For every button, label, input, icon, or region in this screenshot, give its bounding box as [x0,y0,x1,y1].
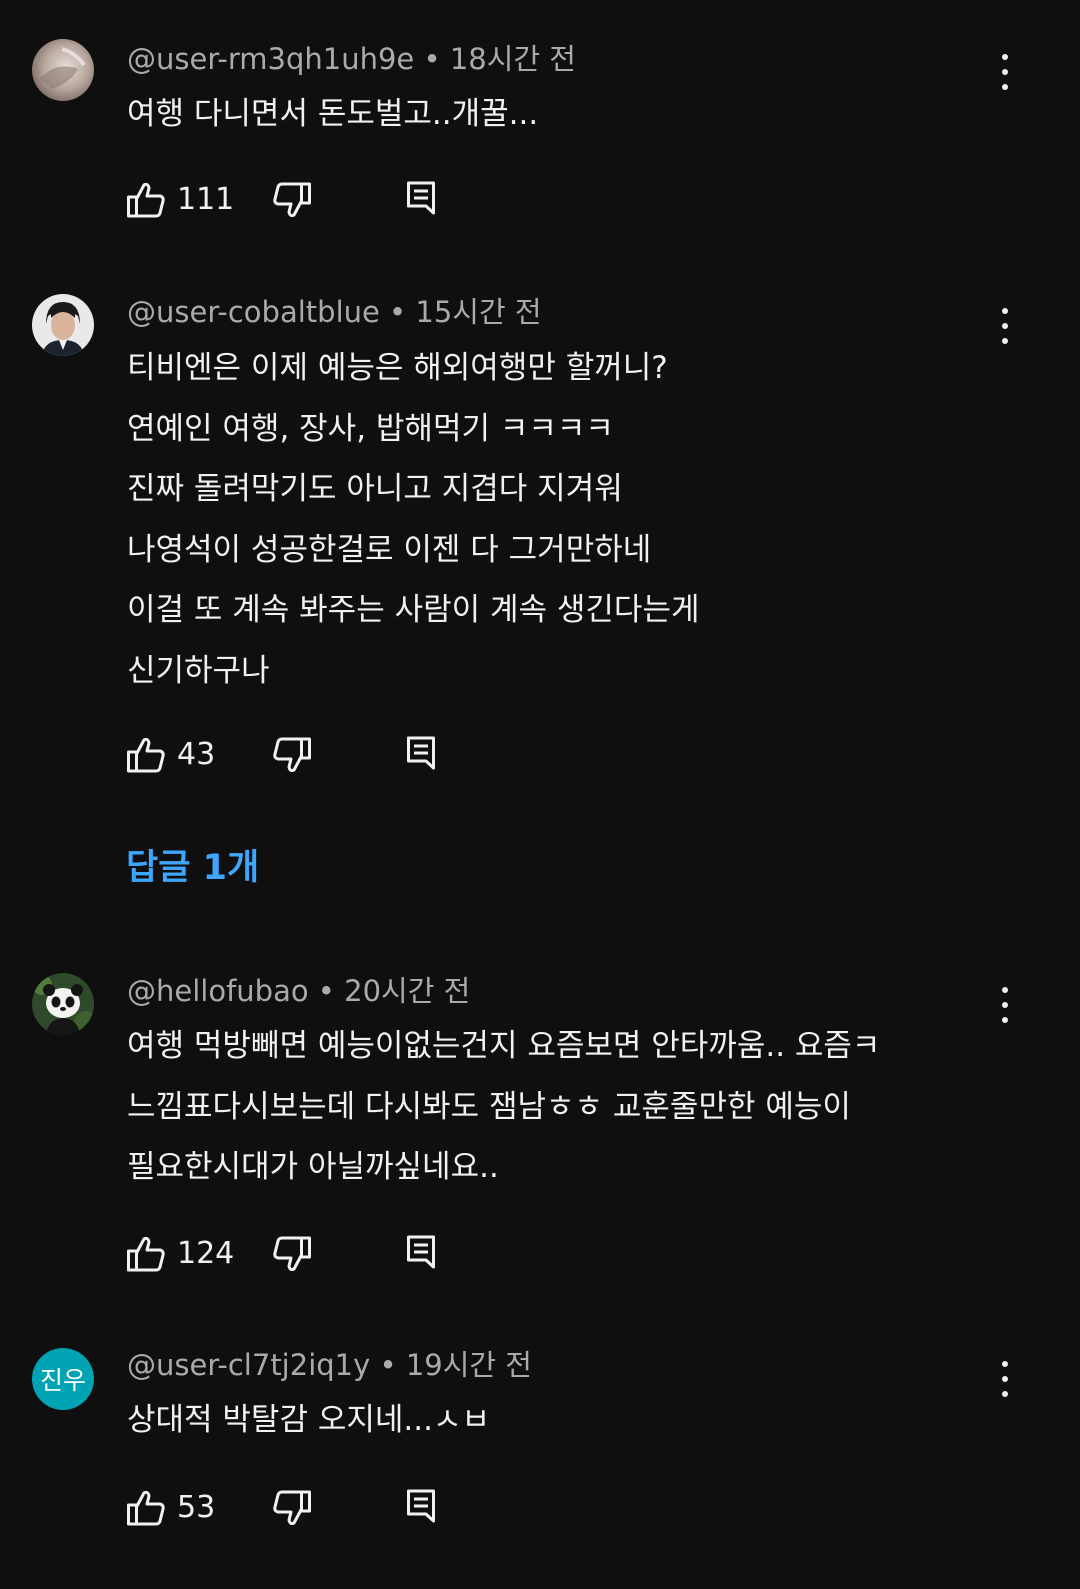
view-replies-link[interactable]: 답글 1개 [126,846,259,890]
comment-actions: 53 [126,1488,456,1532]
comment-text: 여행 다니면서 돈도벌고..개꿀... [127,84,1007,145]
more-vert-icon[interactable] [990,1357,1020,1401]
thumb-down-icon [273,1490,311,1526]
reply-button[interactable] [406,180,436,216]
comment-line: 느낌표다시보는데 다시봐도 잼남ㅎㅎ 교훈줄만한 예능이 [127,1088,851,1125]
meta-separator: • [370,1348,406,1382]
thumb-up-icon [127,1236,165,1272]
dislike-button[interactable] [272,735,312,775]
comment-line: 여행 먹방빼면 예능이없는건지 요즘보면 안타까움.. 요즘ㅋ [127,1028,881,1064]
avatar[interactable]: 진우 [32,1348,94,1410]
comment-meta: @user-cobaltblue • 15시간 전 [127,294,542,330]
comment-text: 티비엔은 이제 예능은 해외여행만 할꺼니? 연예인 여행, 장사, 밥해먹기 … [127,338,1007,701]
comment-actions: 124 [126,1234,456,1278]
more-vert-icon[interactable] [990,304,1020,348]
like-button[interactable] [126,735,166,775]
author-handle[interactable]: @user-cobaltblue [127,295,380,329]
comment-time: 18시간 전 [449,42,576,76]
comment-line: 상대적 박탈감 오지네...ㅅㅂ [127,1402,490,1438]
author-handle[interactable]: @user-rm3qh1uh9e [127,42,414,76]
comment-actions: 43 [126,735,456,779]
avatar[interactable] [32,294,94,356]
comment-line: 필요한시대가 아닐까싶네요.. [127,1149,499,1185]
avatar[interactable] [32,973,94,1035]
comment-text: 상대적 박탈감 오지네...ㅅㅂ [127,1390,1007,1451]
thumb-down-icon [273,182,311,218]
comment-line: 연예인 여행, 장사, 밥해먹기 ㅋㅋㅋㅋ [127,410,614,447]
comment-reply-icon [407,1489,435,1523]
author-handle[interactable]: @user-cl7tj2iq1y [127,1348,370,1382]
like-count: 53 [177,1490,216,1525]
comment-line: 여행 다니면서 돈도벌고..개꿀... [127,96,539,132]
comment-time: 19시간 전 [405,1348,532,1382]
author-handle[interactable]: @hellofubao [127,974,309,1008]
meta-separator: • [308,974,345,1008]
thumb-down-icon [273,737,311,773]
comment-time: 15시간 전 [415,295,542,329]
comment-actions: 111 [126,180,456,224]
meta-separator: • [379,295,416,329]
comment-line: 신기하구나 [127,652,270,689]
dislike-button[interactable] [272,180,312,220]
more-vert-icon[interactable] [990,50,1020,94]
comment-time: 20시간 전 [344,974,471,1008]
meta-separator: • [414,42,450,76]
like-count: 124 [177,1236,235,1271]
comment-meta: @user-cl7tj2iq1y • 19시간 전 [127,1347,532,1383]
comment-meta: @hellofubao • 20시간 전 [127,973,470,1009]
dislike-button[interactable] [272,1234,312,1274]
comment-line: 이걸 또 계속 봐주는 사람이 계속 생긴다는게 [127,592,700,628]
reply-button[interactable] [406,1488,436,1524]
comment-reply-icon [407,1235,435,1269]
more-vert-icon[interactable] [990,983,1020,1027]
thumb-down-icon [273,1236,311,1272]
reply-button[interactable] [406,735,436,771]
comment-line: 티비엔은 이제 예능은 해외여행만 할꺼니? [127,350,668,386]
like-count: 111 [177,182,235,217]
thumb-up-icon [127,1490,165,1526]
reply-button[interactable] [406,1234,436,1270]
like-button[interactable] [126,1488,166,1528]
like-button[interactable] [126,180,166,220]
comment-text: 여행 먹방빼면 예능이없는건지 요즘보면 안타까움.. 요즘ㅋ 느낌표다시보는데… [127,1016,1007,1198]
dislike-button[interactable] [272,1488,312,1528]
avatar-initials: 진우 [39,1366,86,1395]
comment-reply-icon [407,736,435,770]
comment-reply-icon [407,181,435,215]
like-button[interactable] [126,1234,166,1274]
thumb-up-icon [127,737,165,773]
avatar[interactable] [32,39,94,101]
comment-line: 나영석이 성공한걸로 이젠 다 그거만하네 [127,531,652,568]
comment-line: 진짜 돌려막기도 아니고 지겹다 지겨워 [127,471,623,507]
like-count: 43 [177,737,216,772]
comment-meta: @user-rm3qh1uh9e • 18시간 전 [127,41,576,77]
thumb-up-icon [127,182,165,218]
